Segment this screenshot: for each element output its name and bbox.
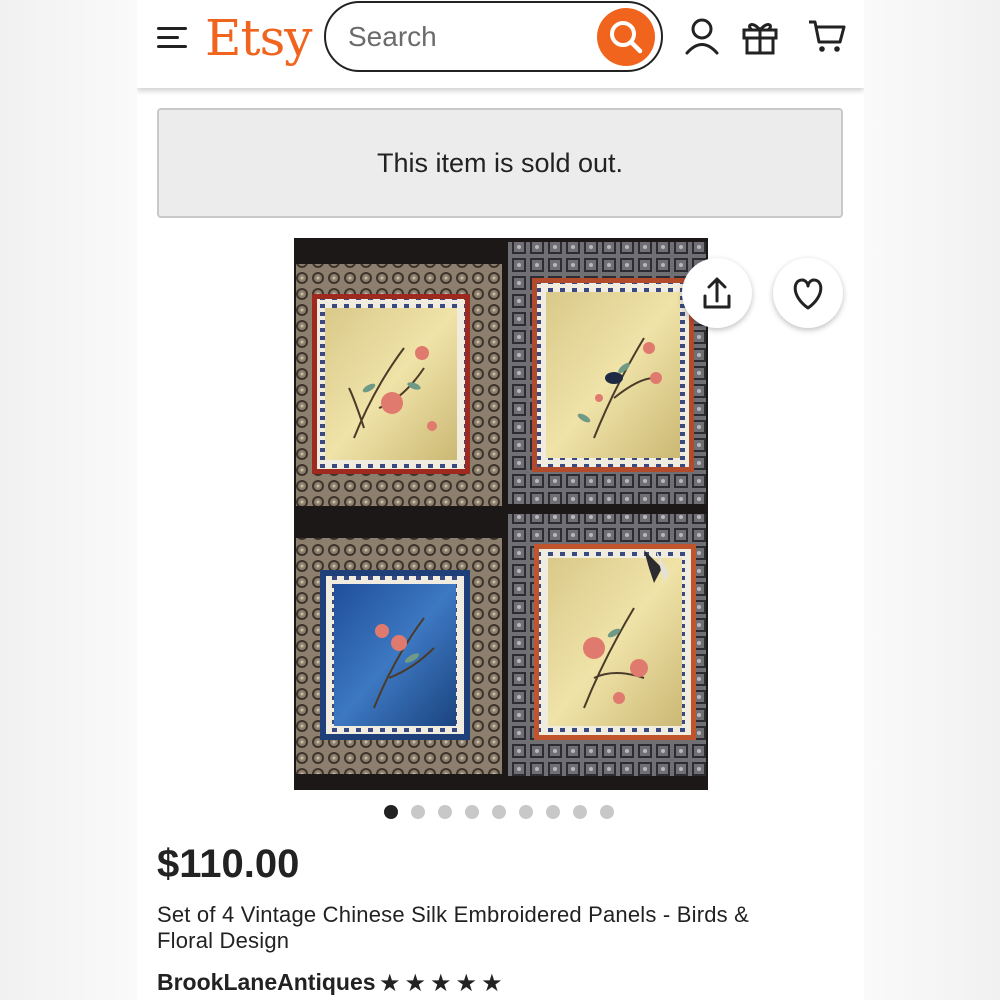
carousel-dot[interactable]: [384, 805, 398, 819]
star-icon: ★: [430, 969, 452, 997]
search-bar: [324, 1, 663, 72]
sold-out-text: This item is sold out.: [376, 147, 624, 178]
mobile-page: Etsy This item i: [137, 0, 864, 1000]
star-icon: ★: [379, 969, 401, 997]
carousel-dot[interactable]: [492, 805, 506, 819]
rating-stars: ★ ★ ★ ★ ★: [379, 971, 503, 995]
etsy-logo[interactable]: Etsy: [205, 8, 312, 68]
image-carousel-dots: [384, 805, 614, 819]
favorite-button[interactable]: [773, 258, 843, 328]
carousel-dot[interactable]: [519, 805, 533, 819]
star-icon: ★: [481, 969, 503, 997]
sold-out-banner: This item is sold out.: [157, 108, 843, 218]
background-right: [864, 0, 1000, 1000]
carousel-dot[interactable]: [600, 805, 614, 819]
cart-icon[interactable]: [807, 16, 847, 56]
listing-title: Set of 4 Vintage Chinese Silk Embroidere…: [157, 902, 750, 953]
carousel-dot[interactable]: [465, 805, 479, 819]
star-icon: ★: [404, 969, 427, 997]
carousel-dot[interactable]: [546, 805, 560, 819]
carousel-dot[interactable]: [411, 805, 425, 819]
shop-name-link[interactable]: BrookLaneAntiques: [157, 969, 376, 996]
star-icon: ★: [455, 969, 478, 997]
heart-icon: [793, 278, 823, 310]
embroidered-panels-photo: [294, 238, 708, 790]
listing-image[interactable]: [294, 238, 708, 790]
price: $110.00: [157, 842, 300, 886]
account-icon[interactable]: [682, 16, 722, 56]
share-icon: [703, 277, 731, 309]
menu-icon[interactable]: [157, 25, 191, 51]
search-input[interactable]: [346, 15, 590, 59]
search-button[interactable]: [597, 8, 655, 66]
site-header: Etsy: [137, 0, 864, 88]
gift-icon[interactable]: [740, 16, 780, 56]
carousel-dot[interactable]: [573, 805, 587, 819]
carousel-dot[interactable]: [438, 805, 452, 819]
background-left: [0, 0, 137, 1000]
share-button[interactable]: [682, 258, 752, 328]
search-icon: [610, 21, 643, 54]
